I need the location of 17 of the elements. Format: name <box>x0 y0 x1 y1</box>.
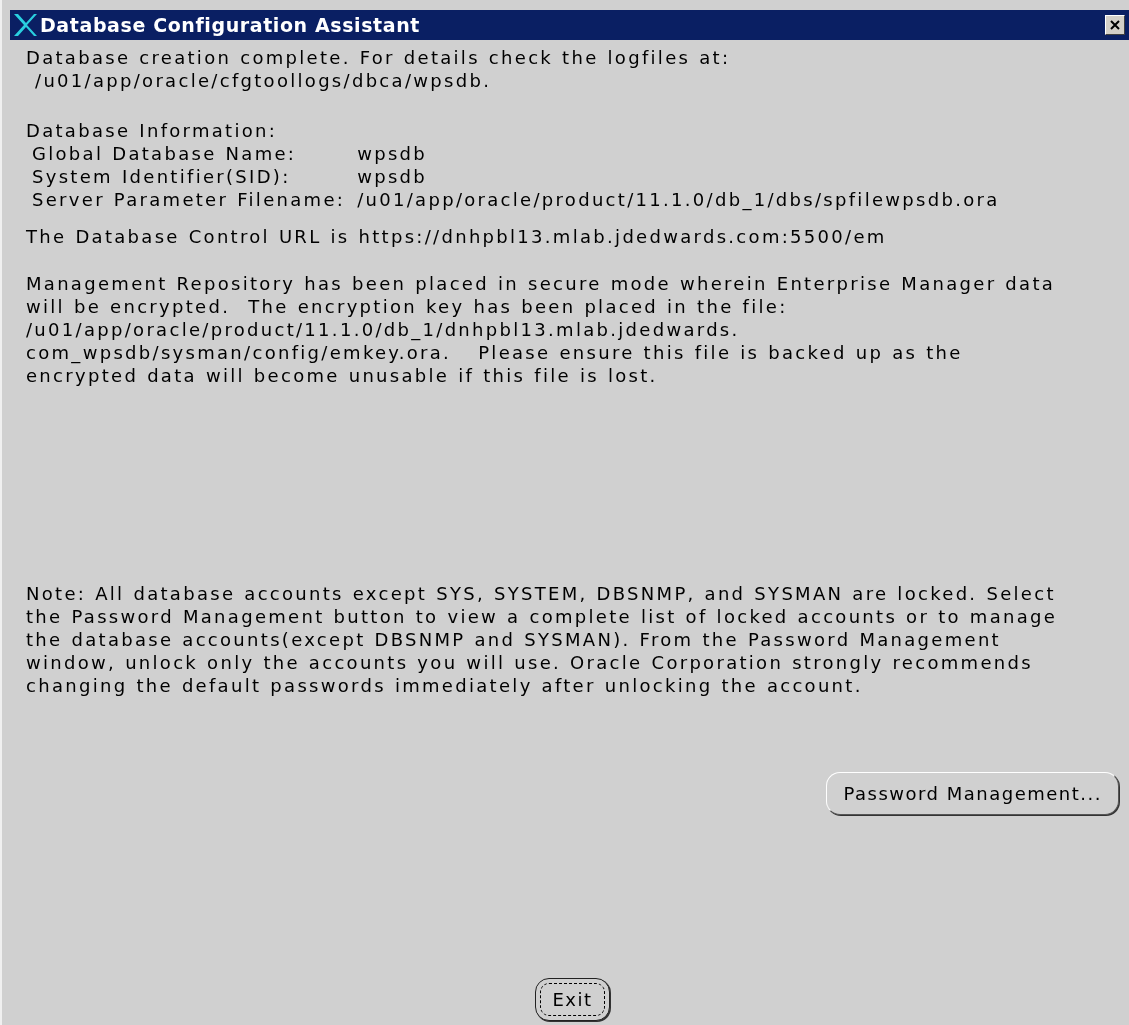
accounts-note: Note: All database accounts except SYS, SYSTEM, DBSNMP, and SYSMAN are locked. Select the Password Management button to view a complete list of locked accounts or to manage the database accounts(except DBSNMP and SYSMAN). From the Password Management window, unlock only the accounts you will use. Oracle Corporation strongly recommends changing the default passwords immediately after unlocking the account. <box>26 582 1059 697</box>
info-value: wpsdb <box>357 142 429 165</box>
password-management-button[interactable]: Password Management... <box>826 772 1119 815</box>
close-icon <box>1109 19 1121 31</box>
info-label: System Identifier(SID): <box>32 165 292 188</box>
completion-message: Database creation complete. For details check the logfiles at: /u01/app/oracle/cfgtoollogs/dbca/wpsdb. <box>26 46 732 92</box>
section-heading: Database Information: <box>26 119 279 142</box>
info-label: Global Database Name: <box>32 142 298 165</box>
close-button[interactable] <box>1105 15 1125 35</box>
info-value: /u01/app/oracle/product/11.1.0/db_1/dbs/spfilewpsdb.ora <box>357 188 1001 211</box>
cross-logo-icon <box>12 13 38 37</box>
info-value: wpsdb <box>357 165 429 188</box>
info-label: Server Parameter Filename: <box>32 188 346 211</box>
window-title: Database Configuration Assistant <box>40 14 421 36</box>
repository-message: Management Repository has been placed in secure mode wherein Enterprise Manager data will be encrypted. The encryption key has been placed in the file: /u01/app/oracle/product/11.1.0/db_1/dnhpbl13.mlab.jdedwards. com_wpsdb/sysman/config/emkey.ora. Please ensure this file is backed up as the encrypted data will become unusable if this file is lost. <box>26 272 1057 387</box>
control-url-text: The Database Control URL is https://dnhpbl13.mlab.jdedwards.com:5500/em <box>26 225 888 248</box>
exit-button[interactable]: Exit <box>535 978 610 1021</box>
